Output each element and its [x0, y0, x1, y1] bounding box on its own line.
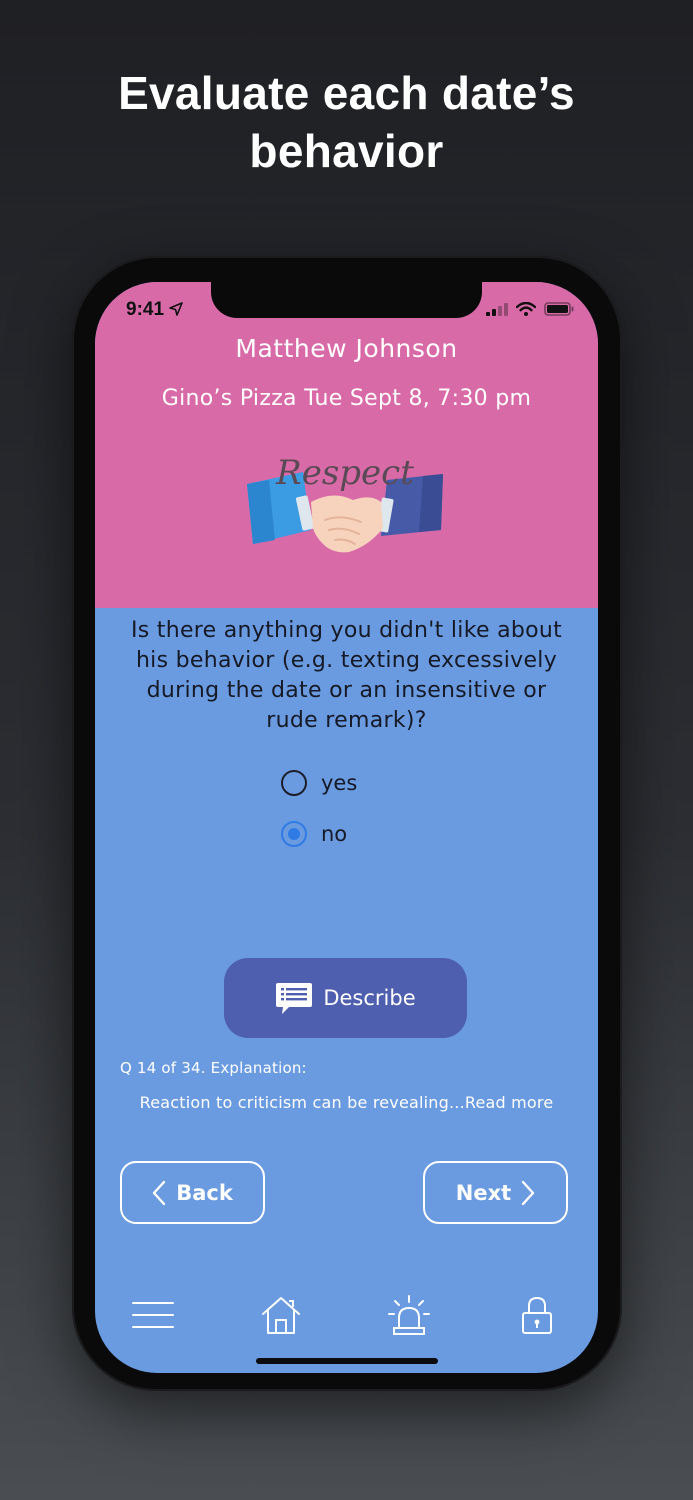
headline-line-2: behavior	[249, 125, 444, 177]
cellular-signal-icon	[486, 303, 508, 316]
tab-lock[interactable]	[513, 1293, 561, 1337]
option-no[interactable]: no	[281, 819, 347, 849]
option-yes[interactable]: yes	[281, 768, 357, 798]
next-button[interactable]: Next	[423, 1161, 568, 1224]
option-no-label: no	[321, 822, 348, 846]
date-name: Matthew Johnson	[235, 334, 458, 363]
chat-bubble-icon	[276, 983, 313, 1014]
next-label: Next	[455, 1180, 512, 1205]
date-venue-time: Gino’s Pizza Tue Sept 8, 7:30 pm	[161, 386, 532, 411]
back-button[interactable]: Back	[120, 1161, 265, 1224]
tab-alarm[interactable]	[385, 1293, 433, 1337]
home-indicator	[256, 1358, 438, 1364]
marketing-headline: Evaluate each date’s behavior	[0, 64, 693, 180]
home-icon	[262, 1297, 300, 1334]
battery-icon	[544, 302, 574, 316]
lock-icon	[522, 1296, 552, 1334]
question-text: Is there anything you didn't like about …	[130, 618, 563, 733]
explanation-read-more[interactable]: Reaction to criticism can be revealing..…	[95, 1093, 598, 1112]
tab-home[interactable]	[257, 1293, 305, 1337]
menu-icon	[132, 1302, 174, 1328]
phone-notch	[211, 282, 482, 318]
app-screen: 9:41 Matthew Johnson Gino’s Pizza Tue Se…	[95, 282, 598, 1373]
headline-line-1: Evaluate each date’s	[118, 67, 575, 119]
status-time: 9:41	[126, 299, 184, 321]
tab-menu[interactable]	[129, 1293, 177, 1337]
back-label: Back	[176, 1180, 233, 1205]
respect-handshake-image: Respect	[245, 450, 445, 568]
svg-text:Respect: Respect	[275, 453, 414, 493]
location-arrow-icon	[169, 302, 184, 316]
option-yes-label: yes	[321, 771, 358, 795]
wifi-icon	[516, 302, 536, 316]
status-icons	[486, 302, 574, 316]
describe-label: Describe	[323, 986, 416, 1010]
radio-yes[interactable]	[281, 770, 307, 796]
describe-button[interactable]: Describe	[224, 958, 467, 1038]
alarm-icon	[388, 1295, 430, 1335]
chevron-right-icon	[522, 1180, 535, 1205]
chevron-left-icon	[153, 1180, 166, 1205]
radio-no[interactable]	[281, 821, 307, 847]
explanation-counter: Q 14 of 34. Explanation:	[120, 1059, 307, 1077]
date-header: 9:41 Matthew Johnson Gino’s Pizza Tue Se…	[95, 282, 598, 608]
